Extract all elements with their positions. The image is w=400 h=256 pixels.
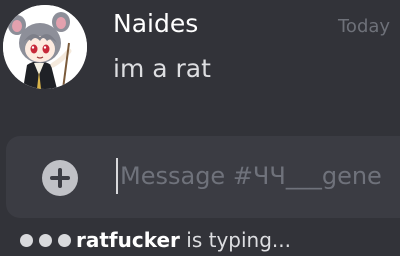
message-timestamp: Today <box>338 16 391 37</box>
message-input[interactable] <box>120 154 400 198</box>
typing-dots-icon <box>20 234 74 248</box>
chat-window: Naides Today im a rat ratfucker is typin… <box>0 0 400 256</box>
plus-circle-icon[interactable] <box>42 160 78 196</box>
typing-text: ratfucker is typing... <box>76 226 291 254</box>
anime-rat-girl-avatar-icon <box>3 5 87 89</box>
chat-message: Naides Today im a rat <box>0 0 400 120</box>
avatar[interactable] <box>3 5 87 89</box>
typing-username: ratfucker <box>76 228 180 252</box>
message-content: im a rat <box>113 54 211 83</box>
typing-label: is typing... <box>179 228 291 252</box>
text-caret <box>116 158 118 194</box>
message-composer <box>6 136 400 218</box>
message-author[interactable]: Naides <box>113 8 198 40</box>
